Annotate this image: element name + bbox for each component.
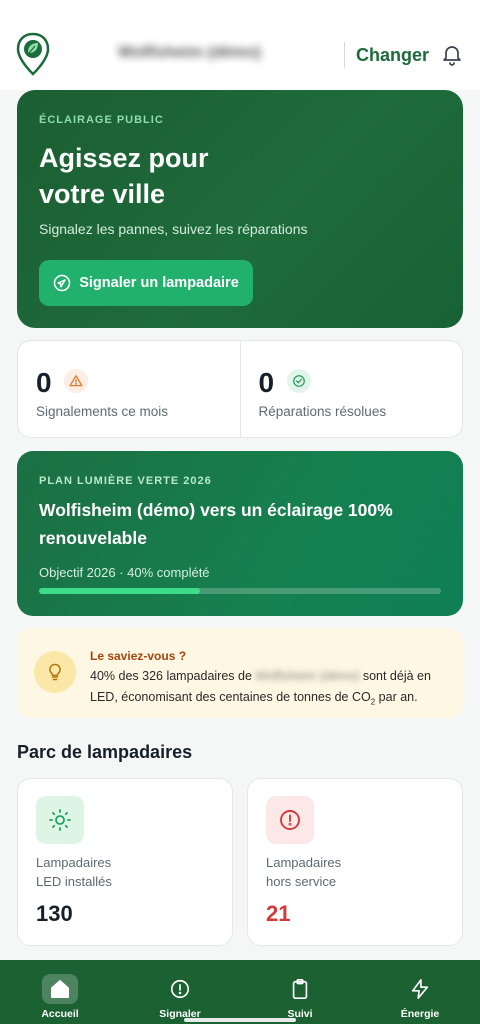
navigation-arrow-icon xyxy=(53,274,71,292)
report-lamp-button-label: Signaler un lampadaire xyxy=(79,275,239,291)
stat-repairs: 0 Réparations résolues xyxy=(239,341,463,437)
hero-title-line1: Agissez pour xyxy=(39,143,209,173)
stat-reports: 0 Signalements ce mois xyxy=(18,341,240,437)
nav-item-signaler[interactable]: Signaler xyxy=(120,960,240,1024)
stat-reports-label: Signalements ce mois xyxy=(36,404,169,419)
stat-repairs-label: Réparations résolues xyxy=(258,404,387,419)
warning-icon xyxy=(64,369,88,393)
city-name: Wolfisheim (démo) xyxy=(118,44,261,61)
stat-reports-value: 0 xyxy=(36,367,52,398)
plan-objective: Objectif 2026 · 40% complété xyxy=(39,565,210,580)
parc-title: Parc de lampadaires xyxy=(17,742,193,762)
oos-card-label-line2: hors service xyxy=(266,874,337,889)
tip-text-end: par an. xyxy=(375,690,418,704)
stat-repairs-value: 0 xyxy=(258,367,275,398)
lightbulb-icon xyxy=(34,651,76,693)
nav-item-energie[interactable]: Énergie xyxy=(360,960,480,1024)
led-card-label-line2: LED installés xyxy=(36,874,112,889)
report-lamp-button[interactable]: Signaler un lampadaire xyxy=(39,260,253,306)
bell-icon[interactable] xyxy=(440,42,464,66)
logo-pin-leaf-icon xyxy=(16,32,50,76)
oos-card-label-line1: Lampadaires xyxy=(266,855,342,870)
bolt-icon xyxy=(402,974,438,1004)
oos-card-value: 21 xyxy=(266,901,291,926)
led-card-label-line1: Lampadaires xyxy=(36,855,112,870)
header-divider xyxy=(344,42,345,68)
out-of-service-card[interactable]: Lampadaires hors service 21 xyxy=(247,778,463,946)
led-installed-card[interactable]: Lampadaires LED installés 130 xyxy=(17,778,233,946)
app-header: Wolfisheim (démo) Changer xyxy=(0,0,480,90)
plan-progress-fill xyxy=(39,588,200,594)
tip-question: Le saviez-vous ? xyxy=(90,649,187,663)
change-city-button[interactable]: Changer xyxy=(356,42,429,68)
tip-text-before: 40% des 326 lampadaires de xyxy=(90,669,256,683)
hero-card: ÉCLAIRAGE PUBLIC Agissez pour votre vill… xyxy=(17,90,463,328)
nav-label-accueil: Accueil xyxy=(41,1008,79,1020)
nav-item-accueil[interactable]: Accueil xyxy=(0,960,120,1024)
hero-title-line2: votre ville xyxy=(39,179,166,209)
hero-subtitle: Signalez les pannes, suivez les réparati… xyxy=(39,221,308,237)
hero-title: Agissez pour votre ville xyxy=(39,140,339,212)
bottom-nav: Accueil Signaler Suivi Énergie xyxy=(0,960,480,1024)
plan-card[interactable]: PLAN LUMIÈRE VERTE 2026 Wolfisheim (démo… xyxy=(17,451,463,616)
plan-title: Wolfisheim (démo) vers un éclairage 100%… xyxy=(39,500,393,548)
plan-kicker: PLAN LUMIÈRE VERTE 2026 xyxy=(39,475,212,487)
stats-panel: 0 Signalements ce mois 0 Réparations rés… xyxy=(17,340,463,438)
led-card-value: 130 xyxy=(36,901,73,926)
home-icon xyxy=(42,974,78,1004)
nav-label-energie: Énergie xyxy=(400,1008,440,1020)
home-indicator xyxy=(184,1018,296,1022)
alert-circle-icon xyxy=(266,796,314,844)
plan-progress-bar xyxy=(39,588,441,594)
hero-kicker: ÉCLAIRAGE PUBLIC xyxy=(39,114,164,126)
clipboard-icon xyxy=(282,974,318,1004)
alert-circle-icon xyxy=(162,974,198,1004)
sun-icon xyxy=(36,796,84,844)
tip-card: Le saviez-vous ? 40% des 326 lampadaires… xyxy=(17,628,463,718)
tip-city: Wolfisheim (démo) xyxy=(255,669,360,683)
nav-item-suivi[interactable]: Suivi xyxy=(240,960,360,1024)
check-circle-icon xyxy=(286,369,311,393)
tip-text: 40% des 326 lampadaires de Wolfisheim (d… xyxy=(90,666,450,713)
